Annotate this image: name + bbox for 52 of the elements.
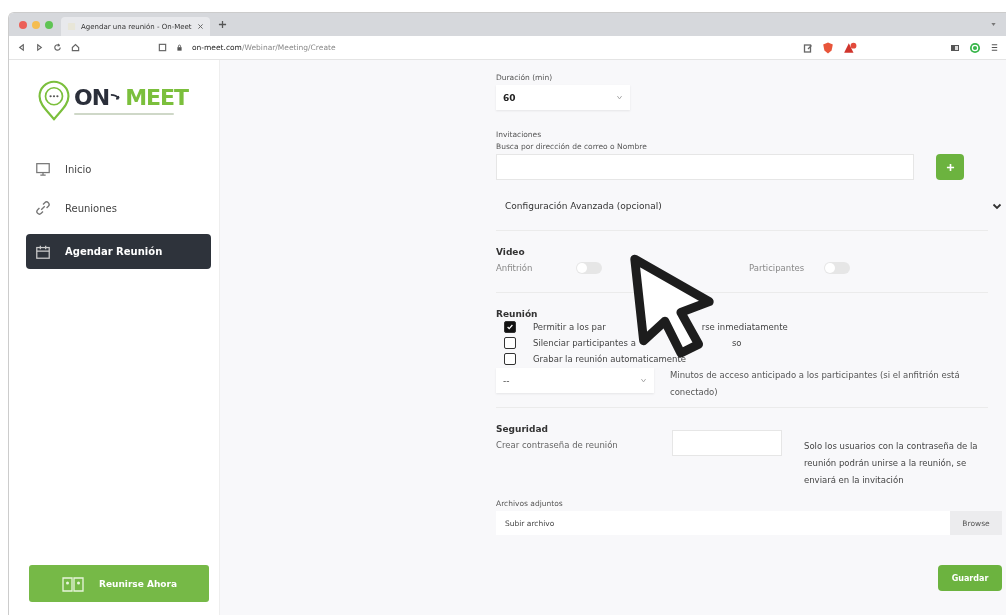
toggle-switch[interactable] xyxy=(576,262,603,274)
toggle-label: Anfitrión xyxy=(496,263,533,273)
field-description: Minutos de acceso anticipado a los participantes (si el anfitrión está conectado) xyxy=(670,369,961,399)
share-icon[interactable] xyxy=(803,42,813,53)
checkbox-label: Grabar la reunión automaticamente xyxy=(533,354,686,364)
toggle-label: Participantes xyxy=(749,263,805,273)
home-icon[interactable] xyxy=(71,43,80,52)
sidebar-item[interactable]: Agendar Reunión xyxy=(26,234,211,269)
forward-icon[interactable] xyxy=(35,43,44,52)
calendar-icon xyxy=(35,243,51,260)
sidebar-item[interactable]: Inicio xyxy=(26,156,211,182)
checkbox-label: rse inmediatamente xyxy=(701,322,788,332)
bookmark-icon[interactable] xyxy=(158,43,167,52)
field-description: Solo los usuarios con la contraseña de la reunión podrán unirse a la reunión, se enviará en la invitación xyxy=(804,440,979,487)
shield-icon[interactable] xyxy=(822,41,834,54)
checkbox[interactable] xyxy=(504,353,516,365)
lock-icon xyxy=(176,44,183,51)
checkbox[interactable] xyxy=(504,321,516,333)
invitation-input[interactable] xyxy=(496,154,914,180)
logo-text: ON xyxy=(74,85,110,110)
toggle-switch[interactable] xyxy=(824,262,851,274)
field-label: Crear contraseña de reunión xyxy=(496,440,619,450)
minutes-select[interactable]: -- xyxy=(496,368,654,393)
chevron-down-icon[interactable] xyxy=(992,201,1002,211)
section-title: Seguridad xyxy=(496,424,549,434)
section-title: Video xyxy=(496,247,526,257)
accordion-header[interactable]: Configuración Avanzada (opcional) xyxy=(505,201,662,211)
new-tab-icon[interactable] xyxy=(217,20,227,29)
checkbox-label: so xyxy=(731,338,742,348)
section-title: Reunión xyxy=(496,309,539,319)
checkbox-label: Permitir a los par xyxy=(533,322,606,332)
chain-link-icon xyxy=(35,200,51,216)
pin-chat-icon xyxy=(37,80,71,121)
sidebar-item[interactable]: Reuniones xyxy=(26,195,211,221)
reload-icon[interactable] xyxy=(53,43,62,52)
monitor-icon xyxy=(35,161,51,177)
caret-icon[interactable] xyxy=(990,21,997,28)
triangle-alert-icon[interactable] xyxy=(843,41,857,54)
checkbox[interactable] xyxy=(504,337,516,349)
password-input[interactable] xyxy=(672,430,782,456)
checkmark-icon xyxy=(506,323,514,331)
duration-select[interactable]: 60 xyxy=(496,85,630,110)
menu-icon[interactable] xyxy=(990,43,999,52)
logo-text: MEET xyxy=(125,85,189,110)
back-icon[interactable] xyxy=(17,43,26,52)
sidebar-icon[interactable] xyxy=(950,42,960,53)
caret-icon xyxy=(616,94,623,101)
plus-icon xyxy=(945,162,955,172)
caret-icon xyxy=(640,377,647,384)
book-icon xyxy=(60,574,85,593)
checkbox-label: Silenciar participantes a xyxy=(533,338,636,348)
close-icon[interactable] xyxy=(196,23,204,30)
